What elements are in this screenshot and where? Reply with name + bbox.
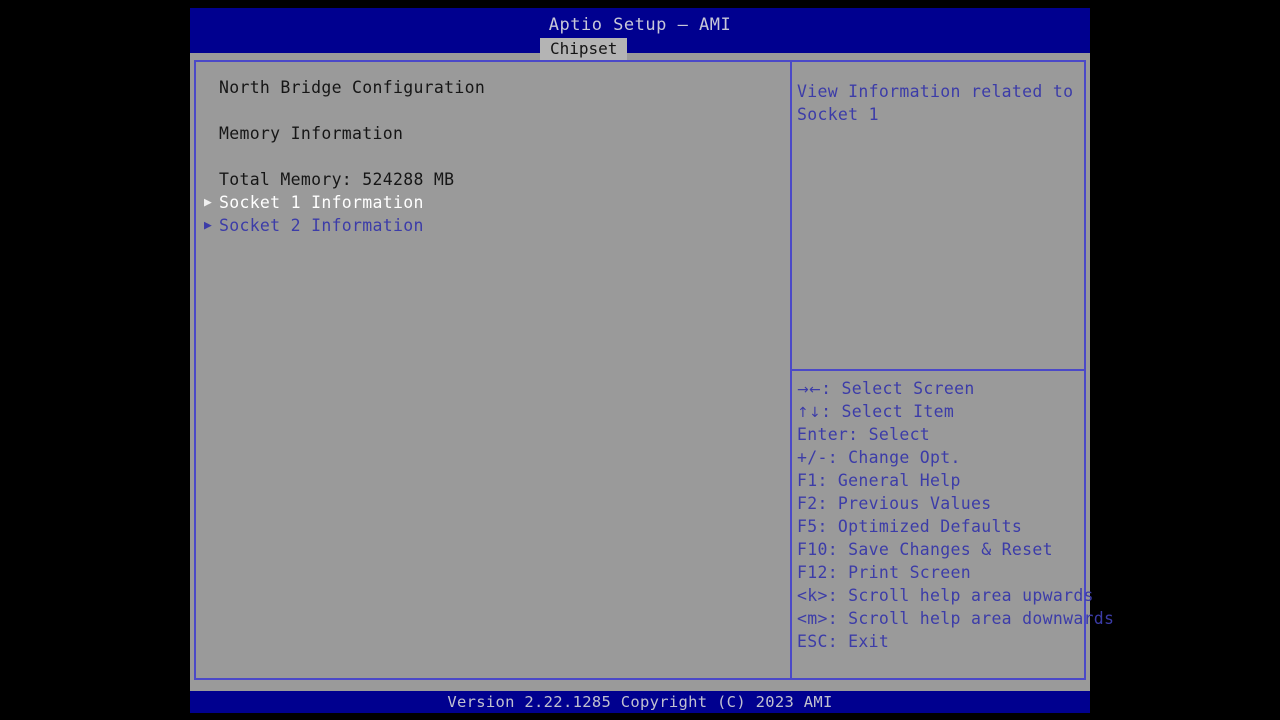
help-text-line: Socket 1 [797,105,879,124]
legend-line: Enter: Select [797,423,930,446]
arrow-keys-icon: →← [797,382,822,398]
legend-line: +/-: Change Opt. [797,446,961,469]
legend-label: +/-: Change Opt. [797,448,961,467]
static-text: Total Memory: 524288 MB [219,170,455,189]
submenu-arrow-icon: ▶ [204,218,212,233]
legend-line: <k>: Scroll help area upwards [797,584,1094,607]
legend-label: F10: Save Changes & Reset [797,540,1053,559]
legend-line: <m>: Scroll help area downwards [797,607,1114,630]
legend-label: <m>: Scroll help area downwards [797,609,1115,628]
legend-label: F12: Print Screen [797,563,971,582]
legend-label: : Select Screen [821,379,975,398]
bios-screen: Aptio Setup – AMI Chipset North Bridge C… [0,0,1280,720]
legend-line: →←: Select Screen [797,377,975,400]
legend-line: ↑↓: Select Item [797,400,954,423]
legend-label: F1: General Help [797,471,961,490]
help-divider [792,369,1084,371]
legend-label: Enter: Select [797,425,931,444]
legend-line: F5: Optimized Defaults [797,515,1022,538]
legend-label: F2: Previous Values [797,494,992,513]
content-frame: North Bridge Configuration Memory Informa… [194,60,1114,680]
version-text: Version 2.22.1285 Copyright (C) 2023 AMI [447,693,833,711]
arrow-keys-icon: ↑↓ [797,405,822,421]
page-title: Aptio Setup – AMI [548,15,732,35]
legend-label: F5: Optimized Defaults [797,517,1023,536]
legend-line: ESC: Exit [797,630,889,653]
static-text: Memory Information [219,124,404,143]
legend-line: F10: Save Changes & Reset [797,538,1053,561]
legend-label: ESC: Exit [797,632,890,651]
legend-line: F1: General Help [797,469,961,492]
help-text-line: View Information related to [797,82,1074,101]
help-pane: View Information related to Socket 1 →←: S… [792,62,1114,678]
legend-label: : Select Item [821,402,955,421]
tab-strip: Chipset [190,38,1090,60]
bios-window: Aptio Setup – AMI Chipset North Bridge C… [190,8,1114,713]
footer-bar: Version 2.22.1285 Copyright (C) 2023 AMI [190,691,1090,713]
tab-chipset[interactable]: Chipset [540,38,628,60]
menu-item-socket-2-information[interactable]: Socket 2 Information [219,214,424,237]
settings-pane: North Bridge Configuration Memory Informa… [196,62,790,678]
legend-line: F12: Print Screen [797,561,971,584]
submenu-arrow-icon: ▶ [204,195,212,210]
legend-line: F2: Previous Values [797,492,991,515]
title-bar: Aptio Setup – AMI Chipset [190,8,1090,60]
static-text: North Bridge Configuration [219,78,486,97]
legend-label: <k>: Scroll help area upwards [797,586,1094,605]
menu-item-socket-1-information[interactable]: Socket 1 Information [219,191,424,214]
